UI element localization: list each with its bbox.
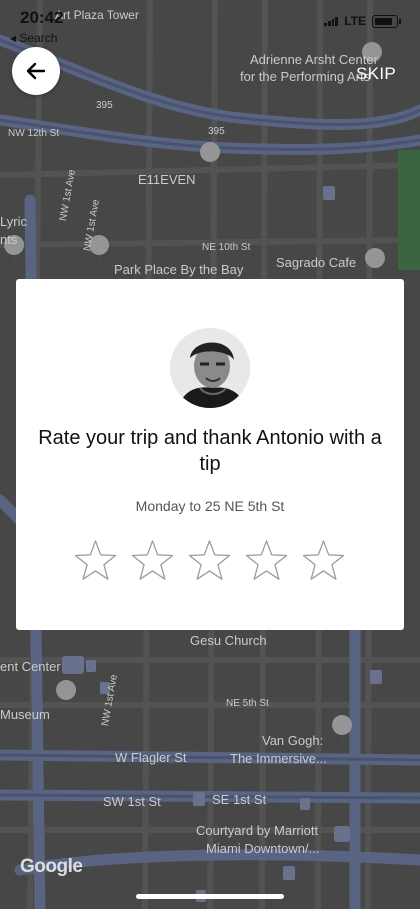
map-label-vangogh: Van Gogh:: [262, 733, 324, 748]
star-2-icon[interactable]: [131, 539, 174, 582]
map-label-courtyard-2: Miami Downtown/...: [206, 841, 320, 856]
map-label-arsht-2: for the Performing Arts: [240, 69, 371, 84]
map-label-ne10: NE 10th St: [202, 242, 251, 253]
driver-avatar: [170, 328, 250, 408]
map-label-ne5: NE 5th St: [226, 698, 269, 709]
google-attribution: Google: [20, 856, 83, 877]
map-label-park-place: Park Place By the Bay: [114, 262, 244, 277]
trip-info: Monday to 25 NE 5th St: [135, 498, 285, 514]
star-1-icon[interactable]: [74, 539, 117, 582]
map-label-sagrado: Sagrado Cafe: [276, 255, 357, 270]
map-label-se1: SE 1st St: [212, 792, 267, 807]
map-label-hw395-a: 395: [96, 100, 113, 111]
status-time: 20:42: [20, 8, 64, 27]
skip-button[interactable]: SKIP: [356, 64, 396, 84]
battery-icon: [372, 14, 401, 28]
status-indicators: LTE: [324, 14, 401, 28]
back-button[interactable]: [12, 47, 60, 95]
map-label-sw1: SW 1st St: [103, 794, 161, 809]
status-back-to-search[interactable]: ◂ Search: [10, 31, 57, 45]
map-label-vangogh-2: The Immersive...: [230, 751, 327, 766]
map-label-museum: Museum: [0, 707, 50, 722]
map-label-lyric: Lyric: [0, 214, 27, 229]
map-label-nw12: NW 12th St: [8, 128, 60, 139]
star-3-icon[interactable]: [188, 539, 231, 582]
star-4-icon[interactable]: [245, 539, 288, 582]
signal-icon: [324, 16, 339, 26]
star-rating: [74, 539, 345, 582]
map-label-flagler: W Flagler St: [115, 750, 187, 765]
map-label-e11even: E11EVEN: [138, 172, 196, 187]
map-label-courtyard: Courtyard by Marriott: [196, 823, 319, 838]
star-5-icon[interactable]: [302, 539, 345, 582]
map-label-hw395-b: 395: [208, 126, 225, 137]
network-type: LTE: [344, 14, 366, 28]
status-bar: 20:42 ◂ Search LTE: [0, 0, 420, 50]
rating-prompt: Rate your trip and thank Antonio with a …: [38, 427, 382, 475]
arrow-left-icon: [26, 62, 46, 80]
map-label-center: ent Center: [0, 659, 61, 674]
rating-card: Rate your trip and thank Antonio with a …: [16, 279, 404, 630]
map-label-gesu: Gesu Church: [190, 633, 267, 648]
map-label-lyric-2: nts: [0, 232, 18, 247]
home-indicator[interactable]: [136, 894, 284, 899]
